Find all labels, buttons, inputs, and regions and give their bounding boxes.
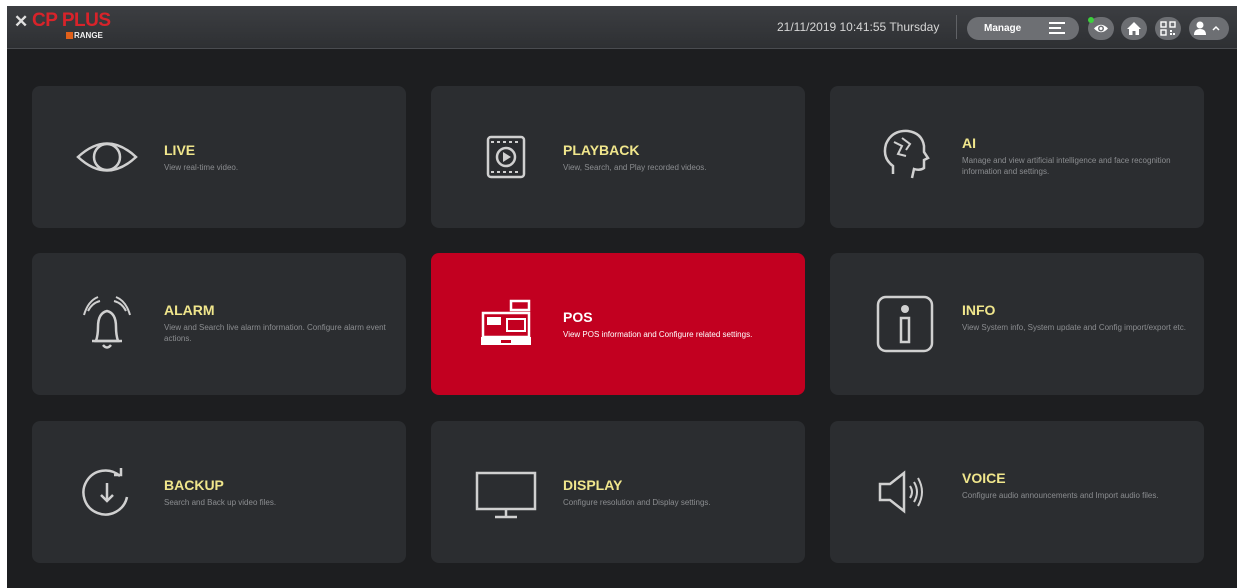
tile-desc: View, Search, and Play recorded videos.	[563, 163, 707, 172]
qr-code-icon	[1160, 21, 1176, 36]
user-menu-button[interactable]	[1189, 17, 1229, 40]
home-button[interactable]	[1121, 17, 1147, 40]
logo: ✕ CP PLUS RANGE	[14, 10, 124, 44]
tile-display[interactable]: DISPLAY Configure resolution and Display…	[431, 421, 805, 563]
info-icon	[876, 295, 934, 353]
tile-title: VOICE	[962, 470, 1006, 486]
speaker-icon	[878, 470, 923, 514]
tile-desc: Configure resolution and Display setting…	[563, 498, 711, 507]
user-icon	[1194, 21, 1220, 35]
tile-desc: View System info, System update and Conf…	[962, 323, 1186, 332]
tile-live[interactable]: LIVE View real-time video.	[32, 86, 406, 228]
ai-head-icon	[883, 129, 930, 179]
home-icon	[1127, 22, 1141, 35]
playback-icon	[486, 135, 526, 179]
tile-voice[interactable]: VOICE Configure audio announcements and …	[830, 421, 1204, 563]
tile-alarm[interactable]: ALARM View and Search live alarm informa…	[32, 253, 406, 395]
tile-title: BACKUP	[164, 477, 224, 493]
tile-ai[interactable]: AI Manage and view artificial intelligen…	[830, 86, 1204, 228]
tile-desc: Manage and view artificial intelligence …	[962, 156, 1171, 176]
tile-title: INFO	[962, 302, 996, 318]
hamburger-icon	[1049, 22, 1065, 34]
tile-title: ALARM	[164, 302, 215, 318]
tile-desc: View real-time video.	[164, 163, 239, 172]
eye-icon	[1094, 24, 1108, 33]
eye-icon	[76, 142, 138, 172]
logo-sub: RANGE	[66, 31, 103, 40]
datetime-display: 21/11/2019 10:41:55 Thursday	[777, 20, 940, 34]
tile-title: POS	[563, 309, 593, 325]
preview-button[interactable]	[1088, 17, 1114, 40]
tile-desc: Search and Back up video files.	[164, 498, 277, 507]
monitor-icon	[475, 471, 537, 519]
tile-desc: View POS information and Configure relat…	[563, 330, 753, 339]
tile-title: PLAYBACK	[563, 142, 640, 158]
tile-title: DISPLAY	[563, 477, 623, 493]
manage-label: Manage	[984, 23, 1022, 34]
tile-info[interactable]: INFO View System info, System update and…	[830, 253, 1204, 395]
tile-title: AI	[962, 135, 976, 151]
backup-icon	[82, 468, 129, 516]
tile-playback[interactable]: PLAYBACK View, Search, and Play recorded…	[431, 86, 805, 228]
logo-mark: ✕	[14, 12, 29, 31]
tile-pos[interactable]: POS View POS information and Configure r…	[431, 253, 805, 395]
cash-register-icon	[481, 299, 531, 345]
main-menu-screen: ✕ CP PLUS RANGE 21/11/2019 10:41:55 Thur…	[7, 6, 1237, 588]
logo-brand: CP PLUS	[32, 10, 111, 31]
qr-code-button[interactable]	[1155, 17, 1181, 40]
divider	[956, 15, 957, 39]
tile-title: LIVE	[164, 142, 196, 158]
tile-desc: Configure audio announcements and Import…	[962, 491, 1159, 500]
tile-desc: View and Search live alarm information. …	[164, 323, 386, 343]
tile-backup[interactable]: BACKUP Search and Back up video files.	[32, 421, 406, 563]
manage-button[interactable]: Manage	[967, 17, 1079, 40]
top-bar: ✕ CP PLUS RANGE 21/11/2019 10:41:55 Thur…	[7, 6, 1237, 49]
alarm-bell-icon	[83, 296, 131, 349]
